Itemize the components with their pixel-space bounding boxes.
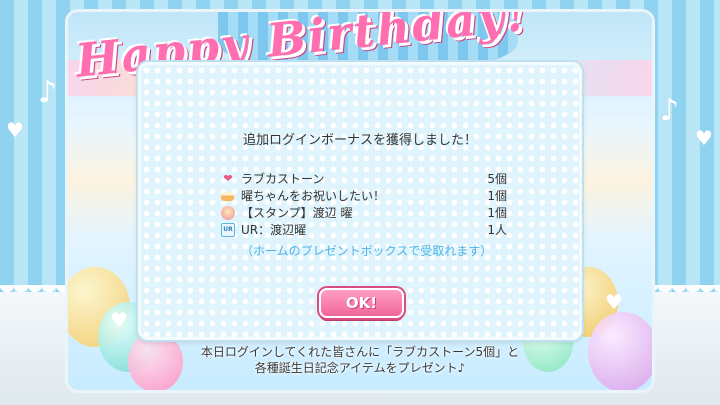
cake-icon <box>221 192 234 201</box>
reward-quantity: 1個 <box>487 189 507 203</box>
footer-message-line1: 本日ログインしてくれた皆さんに「ラブカストーン5個」と <box>200 345 520 359</box>
reward-row: 【スタンプ】渡辺 曜 1個 <box>221 205 507 221</box>
reward-name: 曜ちゃんをお祝いしたい！ <box>241 189 386 203</box>
heart-decoration-icon: ♥ <box>6 118 24 142</box>
music-note-icon: ♪ <box>660 93 680 128</box>
reward-name: UR：渡辺曜 <box>241 223 307 237</box>
reward-row: 曜ちゃんをお祝いしたい！ 1個 <box>221 188 507 204</box>
login-bonus-dialog: 追加ログインボーナスを獲得しました！ ❤ ラブカストーン 5個 曜ちゃんをお祝い… <box>138 62 582 340</box>
heart-icon: ❤ <box>223 172 233 185</box>
music-note-icon: ♪ <box>38 75 58 110</box>
heart-decoration-icon: ♥ <box>110 308 128 332</box>
heart-decoration-icon: ♥ <box>695 126 713 150</box>
reward-row: ❤ ラブカストーン 5個 <box>221 171 507 187</box>
ok-button[interactable]: OK! <box>319 288 404 318</box>
dialog-title: 追加ログインボーナスを獲得しました！ <box>242 133 477 148</box>
reward-row: UR UR：渡辺曜 1人 <box>221 222 507 238</box>
ur-card-icon: UR <box>221 223 235 237</box>
heart-decoration-icon: ♥ <box>605 290 623 314</box>
reward-name: 【スタンプ】渡辺 曜 <box>241 206 353 220</box>
stamp-icon <box>221 206 235 220</box>
footer-message-line2: 各種誕生日記念アイテムをプレゼント♪ <box>254 361 466 375</box>
reward-quantity: 1人 <box>487 223 507 237</box>
present-box-note: （ホームのプレゼントボックスで受取れます） <box>241 244 493 258</box>
reward-quantity: 5個 <box>487 172 507 186</box>
reward-name: ラブカストーン <box>241 172 325 186</box>
reward-quantity: 1個 <box>487 206 507 220</box>
